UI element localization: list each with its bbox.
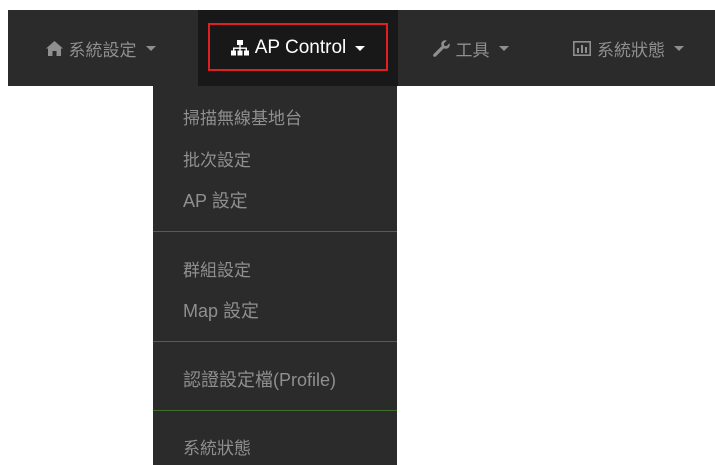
nav-item-label: AP Control (254, 37, 347, 58)
menu-divider (153, 231, 397, 232)
chevron-down-icon (355, 45, 366, 51)
nav-item-label: 系統狀態 (597, 40, 665, 61)
menu-item-group-settings[interactable]: 群組設定 (183, 256, 251, 281)
sitemap-icon (230, 40, 249, 56)
nav-item-system-settings[interactable]: 系統設定 (8, 10, 193, 86)
nav-item-ap-control[interactable]: AP Control (198, 10, 398, 86)
chevron-down-icon (145, 45, 156, 51)
chevron-down-icon (674, 45, 684, 51)
menu-divider (153, 341, 397, 342)
chevron-down-icon (498, 45, 509, 51)
wrench-icon (432, 39, 450, 57)
nav-item-system-status[interactable]: 系統狀態 (546, 10, 711, 86)
nav-item-label: 工具 (455, 40, 490, 61)
ap-control-dropdown-menu: 掃描無線基地台 批次設定 AP 設定 群組設定 Map 設定 認證設定檔(Pro… (153, 86, 397, 465)
menu-item-auth-profile[interactable]: 認證設定檔(Profile) (183, 366, 336, 392)
menu-item-system-status[interactable]: 系統狀態 (183, 434, 251, 459)
menu-item-scan-ap[interactable]: 掃描無線基地台 (183, 104, 302, 129)
menu-divider (153, 410, 397, 411)
nav-item-label: 系統設定 (68, 40, 137, 61)
top-navbar: 系統設定 AP Control 工具 系統狀態 (8, 10, 715, 86)
menu-item-ap-settings[interactable]: AP 設定 (183, 187, 248, 213)
menu-item-batch-settings[interactable]: 批次設定 (183, 146, 251, 171)
bar-chart-icon (573, 40, 591, 56)
home-icon (45, 40, 63, 56)
nav-item-tools[interactable]: 工具 (413, 10, 528, 86)
menu-item-map-settings[interactable]: Map 設定 (183, 297, 259, 323)
page: 系統設定 AP Control 工具 系統狀態 掃描無線基地台 批次設定 AP … (0, 0, 715, 465)
